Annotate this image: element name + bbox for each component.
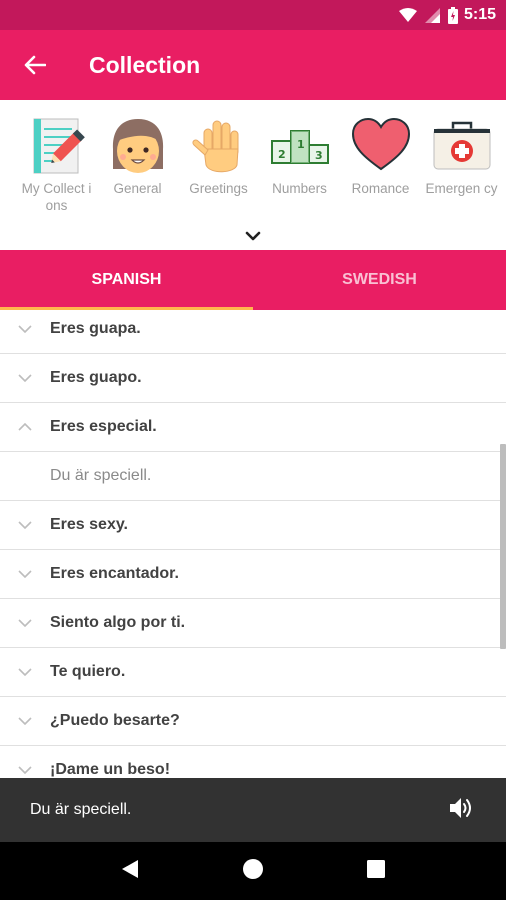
chevron-down-icon xyxy=(18,325,32,333)
chevron-down-icon xyxy=(18,521,32,529)
phrase-text: Eres guapo. xyxy=(50,369,142,386)
battery-icon xyxy=(447,6,458,24)
tab-spanish[interactable]: SPANISH xyxy=(0,250,253,310)
list-item[interactable]: Eres sexy. xyxy=(0,501,506,550)
phrase-text: ¿Puedo besarte? xyxy=(50,712,180,729)
category-label: Emergen cy xyxy=(425,181,498,196)
phrase-text: Eres sexy. xyxy=(50,516,128,533)
nav-back-button[interactable] xyxy=(121,859,139,884)
back-triangle-icon xyxy=(122,859,139,878)
notepad-pencil-icon xyxy=(33,118,85,174)
phrase-list: Eres guapa. Eres guapo. Eres especial. D… xyxy=(0,310,506,778)
list-item[interactable]: Te quiero. xyxy=(0,648,506,697)
speaker-icon xyxy=(450,797,471,818)
category-my-collections[interactable]: My Collect ions xyxy=(16,114,97,214)
phrase-text: Eres especial. xyxy=(50,418,157,435)
status-bar: 5:15 xyxy=(0,0,506,30)
phrase-text: ¡Dame un beso! xyxy=(50,761,171,778)
nav-home-button[interactable] xyxy=(242,858,264,885)
scrollbar[interactable] xyxy=(500,444,506,649)
chevron-down-icon xyxy=(18,668,32,676)
list-item[interactable]: ¿Puedo besarte? xyxy=(0,697,506,746)
chevron-down-icon xyxy=(18,374,32,382)
translation-text: Du är speciell. xyxy=(50,467,152,484)
category-emergency[interactable]: Emergen cy xyxy=(421,114,502,214)
play-audio-button[interactable] xyxy=(448,796,474,825)
list-item[interactable]: Siento algo por ti. xyxy=(0,599,506,648)
status-time: 5:15 xyxy=(463,6,496,23)
back-button[interactable] xyxy=(0,30,70,100)
expand-categories-button[interactable] xyxy=(241,226,265,246)
list-item[interactable]: Eres guapo. xyxy=(0,354,506,403)
category-romance[interactable]: Romance xyxy=(340,114,421,214)
category-numbers[interactable]: 2 1 3 Numbers xyxy=(259,114,340,214)
language-tabs: SPANISH SWEDISH xyxy=(0,250,506,310)
list-item[interactable]: Eres guapa. xyxy=(0,310,506,354)
category-greetings[interactable]: Greetings xyxy=(178,114,259,214)
signal-icon xyxy=(424,7,440,23)
audio-player-bar: Du är speciell. xyxy=(0,778,506,842)
chevron-up-icon xyxy=(18,423,32,431)
category-label: Greetings xyxy=(189,181,248,196)
podium-icon: 2 1 3 xyxy=(270,130,329,164)
waving-hand-icon xyxy=(191,120,239,173)
home-circle-icon xyxy=(242,858,263,879)
system-nav-bar xyxy=(0,842,506,900)
chevron-down-icon xyxy=(245,231,261,241)
recents-square-icon xyxy=(366,859,385,878)
category-label: Numbers xyxy=(272,181,327,196)
list-item[interactable]: Eres encantador. xyxy=(0,550,506,599)
category-label: General xyxy=(113,181,162,196)
list-item[interactable]: ¡Dame un beso! xyxy=(0,746,506,778)
phrase-text: Te quiero. xyxy=(50,663,126,680)
chevron-down-icon xyxy=(18,766,32,774)
nav-recents-button[interactable] xyxy=(366,859,385,883)
svg-text:1: 1 xyxy=(297,138,305,151)
tab-swedish[interactable]: SWEDISH xyxy=(253,250,506,310)
category-general[interactable]: General xyxy=(97,114,178,214)
page-title: Collection xyxy=(89,51,201,78)
svg-text:3: 3 xyxy=(315,149,323,162)
category-label: My Collect ions xyxy=(21,181,92,213)
chevron-down-icon xyxy=(18,717,32,725)
list-item[interactable]: Eres especial. xyxy=(0,403,506,452)
girl-face-icon xyxy=(112,119,163,173)
wifi-icon xyxy=(398,8,417,22)
svg-text:2: 2 xyxy=(278,148,286,161)
first-aid-kit-icon xyxy=(433,121,490,170)
translation-row[interactable]: Du är speciell. xyxy=(0,452,506,501)
player-text: Du är speciell. xyxy=(30,801,132,818)
heart-icon xyxy=(351,117,410,171)
phrase-text: Siento algo por ti. xyxy=(50,614,186,631)
chevron-down-icon xyxy=(18,570,32,578)
category-label: Romance xyxy=(351,181,410,196)
chevron-down-icon xyxy=(18,619,32,627)
phrase-text: Eres guapa. xyxy=(50,320,141,337)
app-bar: Collection xyxy=(0,30,506,100)
category-strip: My Collect ions General Greetings 2 1 3 … xyxy=(0,100,506,250)
arrow-back-icon xyxy=(24,55,46,75)
phrase-text: Eres encantador. xyxy=(50,565,179,582)
